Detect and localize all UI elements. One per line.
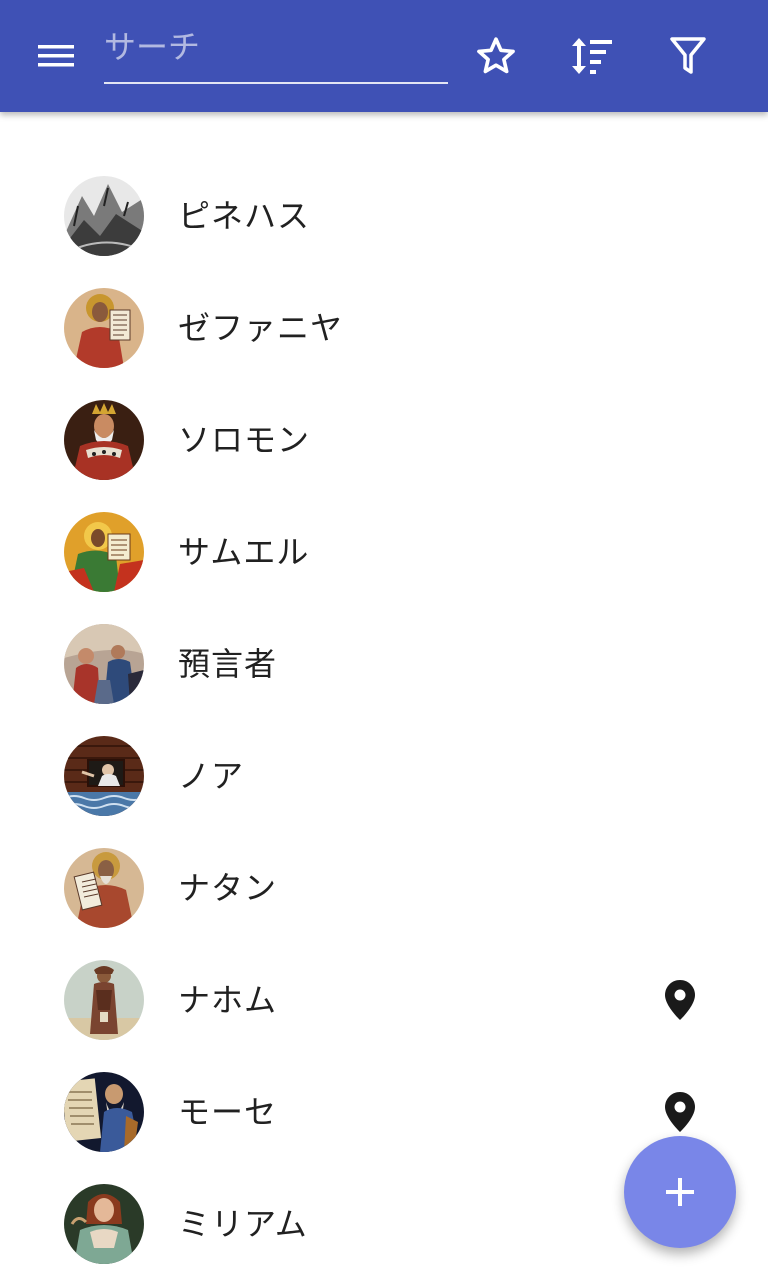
add-button[interactable]	[624, 1136, 736, 1248]
location-pin-button[interactable]	[660, 1090, 700, 1134]
search-box	[104, 20, 448, 84]
filter-button[interactable]	[652, 20, 724, 92]
list-item[interactable]: サムエル	[0, 496, 768, 608]
list-item[interactable]: 預言者	[0, 608, 768, 720]
avatar	[64, 176, 144, 256]
list-item-label: ソロモン	[178, 421, 311, 459]
prophet-list: ピネハス ゼファニヤ ソロモン サムエル 預言者 ノア ナタン ナホム モーセ …	[0, 160, 768, 1280]
avatar	[64, 960, 144, 1040]
list-item-label: 預言者	[178, 645, 278, 683]
avatar	[64, 1072, 144, 1152]
favorites-button[interactable]	[460, 20, 532, 92]
avatar	[64, 288, 144, 368]
list-item-label: ゼファニヤ	[178, 309, 344, 347]
location-pin-button[interactable]	[660, 978, 700, 1022]
list-item[interactable]: ソロモン	[0, 384, 768, 496]
list-item-label: モーセ	[178, 1093, 278, 1131]
list-item-label: ナホム	[178, 981, 278, 1019]
list-item[interactable]: ノア	[0, 720, 768, 832]
filter-icon	[670, 37, 706, 74]
list-item-label: サムエル	[178, 533, 310, 571]
star-icon	[477, 37, 515, 74]
list-item[interactable]: ナタン	[0, 832, 768, 944]
avatar	[64, 624, 144, 704]
avatar	[64, 400, 144, 480]
location-pin-icon	[665, 980, 695, 1020]
hamburger-menu-icon	[38, 45, 74, 67]
app-screen: ピネハス ゼファニヤ	[0, 0, 768, 1280]
sort-button[interactable]	[556, 20, 628, 92]
list-item-label: ピネハス	[178, 197, 311, 235]
avatar	[64, 736, 144, 816]
list-item[interactable]: ピネハス	[0, 160, 768, 272]
list-item[interactable]: ゼファニヤ	[0, 272, 768, 384]
sort-icon	[572, 38, 612, 74]
list-item-label: ノア	[178, 757, 245, 795]
top-app-bar	[0, 0, 768, 112]
avatar	[64, 1184, 144, 1264]
list-item[interactable]: ナホム	[0, 944, 768, 1056]
search-input[interactable]	[104, 20, 448, 82]
add-icon	[666, 1178, 694, 1206]
location-pin-icon	[665, 1092, 695, 1132]
avatar	[64, 512, 144, 592]
list-item-label: ミリアム	[178, 1205, 308, 1243]
avatar	[64, 848, 144, 928]
menu-button[interactable]	[20, 20, 92, 92]
list-item-label: ナタン	[178, 869, 278, 907]
